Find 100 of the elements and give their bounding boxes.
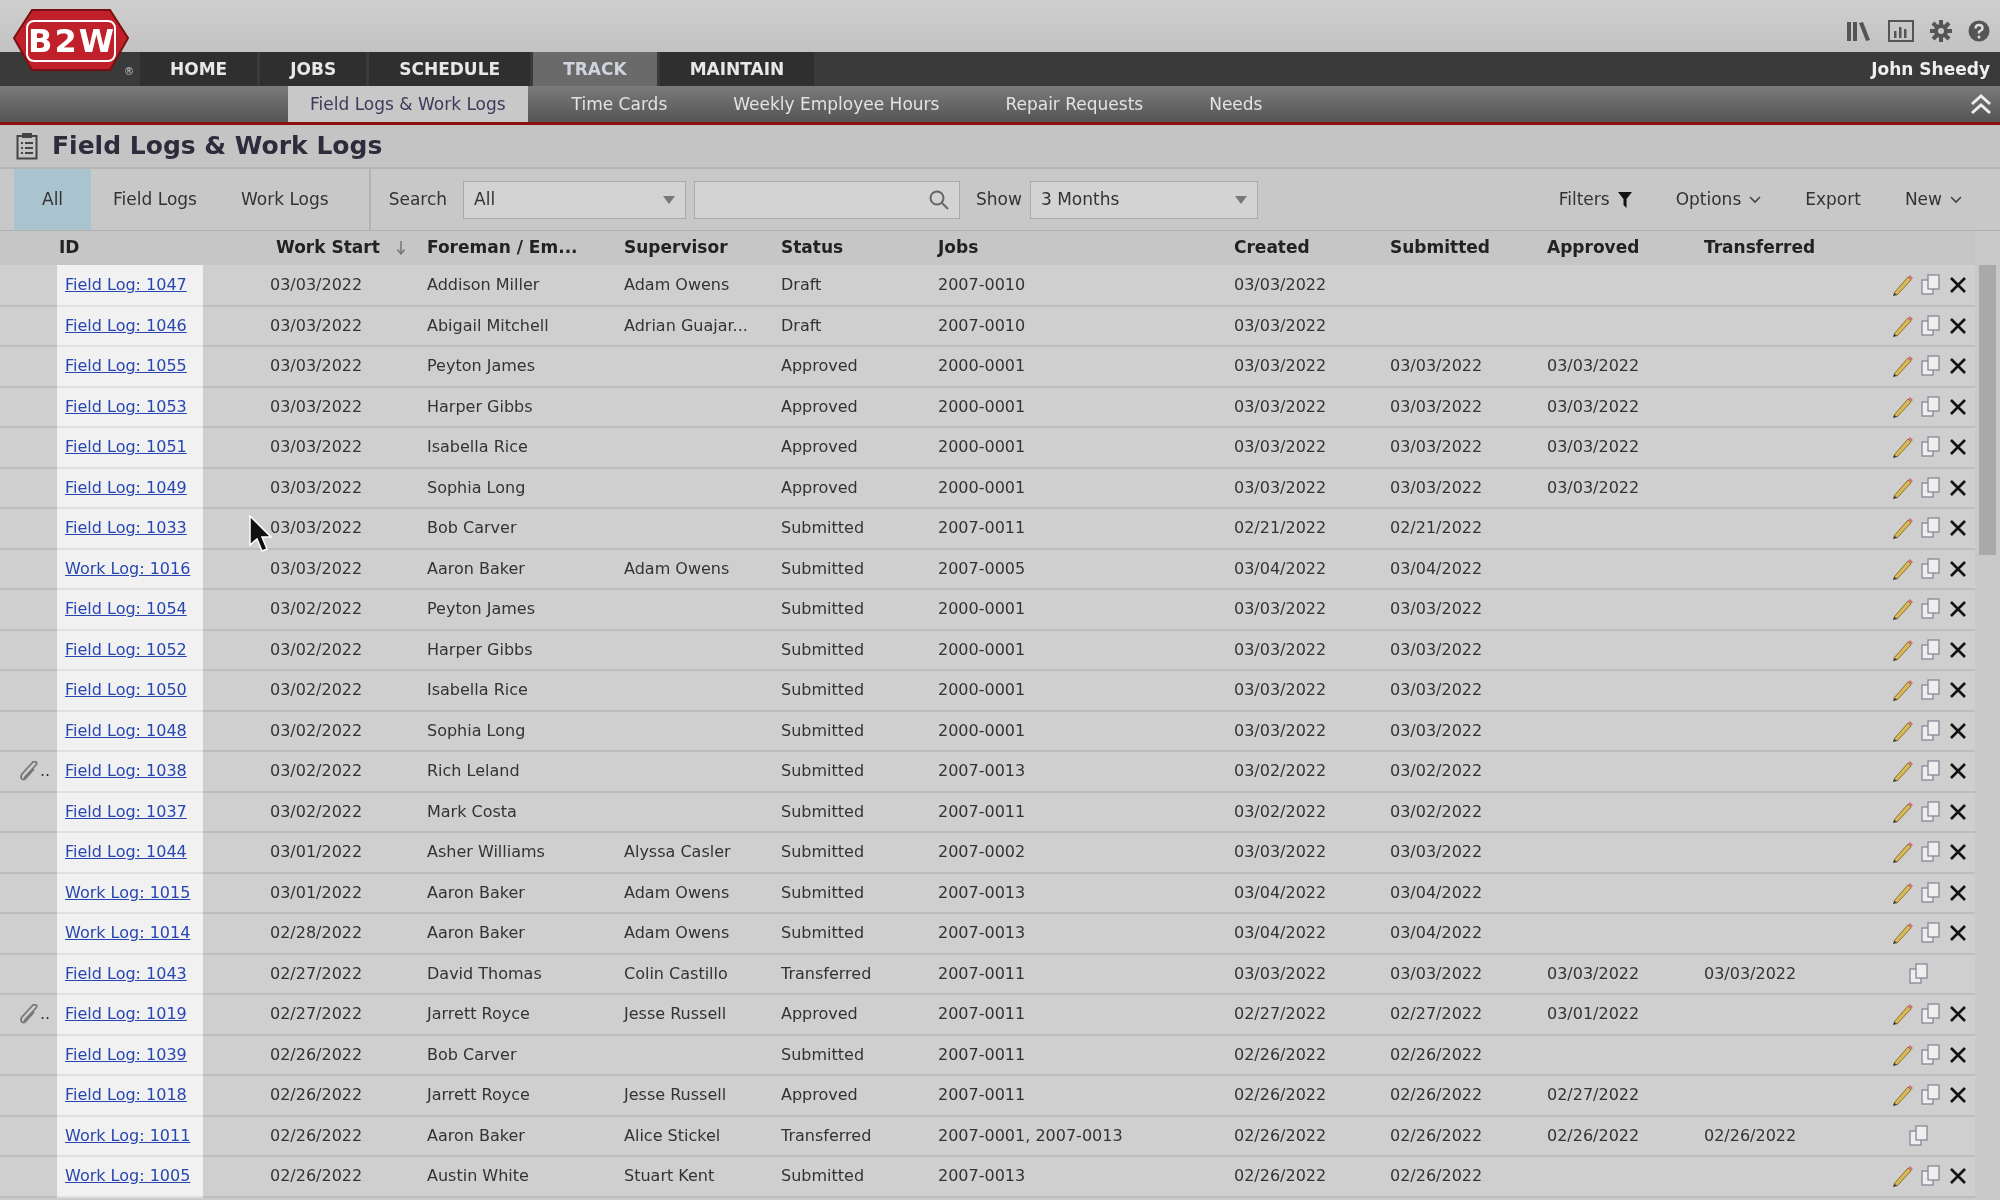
copy-icon[interactable] <box>1921 476 1941 499</box>
search-field[interactable] <box>694 180 961 219</box>
copy-icon[interactable] <box>1909 1124 1929 1147</box>
pencil-icon[interactable] <box>1891 1003 1913 1026</box>
pencil-icon[interactable] <box>1891 800 1913 823</box>
delete-icon[interactable] <box>1949 721 1967 740</box>
column-header[interactable]: Jobs <box>938 237 979 258</box>
copy-icon[interactable] <box>1921 760 1941 783</box>
pencil-icon[interactable] <box>1891 395 1913 418</box>
delete-icon[interactable] <box>1949 438 1967 457</box>
delete-icon[interactable] <box>1949 924 1967 943</box>
copy-icon[interactable] <box>1921 517 1941 540</box>
copy-icon[interactable] <box>1921 638 1941 661</box>
pencil-icon[interactable] <box>1891 517 1913 540</box>
toolbar-button[interactable]: Export <box>1783 186 1883 213</box>
nav-tab[interactable]: MAINTAIN <box>659 52 815 86</box>
pencil-icon[interactable] <box>1891 476 1913 499</box>
nav-tab[interactable]: SCHEDULE <box>369 52 531 86</box>
search-scope-dropdown[interactable]: All <box>463 180 687 219</box>
copy-icon[interactable] <box>1921 557 1941 580</box>
pencil-icon[interactable] <box>1891 273 1913 296</box>
sort-arrow-icon[interactable] <box>395 241 406 255</box>
chart-icon[interactable] <box>1888 20 1914 42</box>
delete-icon[interactable] <box>1949 1086 1967 1105</box>
delete-icon[interactable] <box>1949 681 1967 700</box>
delete-icon[interactable] <box>1949 397 1967 416</box>
sub-tab[interactable]: Repair Requests <box>983 86 1166 122</box>
pencil-icon[interactable] <box>1891 598 1913 621</box>
delete-icon[interactable] <box>1949 640 1967 659</box>
filter-tab[interactable]: Field Logs <box>91 169 219 230</box>
delete-icon[interactable] <box>1949 802 1967 821</box>
copy-icon[interactable] <box>1921 841 1941 864</box>
pencil-icon[interactable] <box>1891 841 1913 864</box>
table-cell: Submitted <box>781 801 865 821</box>
sub-tab[interactable]: Time Cards <box>549 86 690 122</box>
delete-icon[interactable] <box>1949 275 1967 294</box>
pencil-icon[interactable] <box>1891 355 1913 378</box>
copy-icon[interactable] <box>1921 1043 1941 1066</box>
copy-icon[interactable] <box>1921 679 1941 702</box>
nav-tab[interactable]: HOME <box>140 52 258 86</box>
copy-icon[interactable] <box>1921 881 1941 904</box>
pencil-icon[interactable] <box>1891 679 1913 702</box>
copy-icon[interactable] <box>1921 1003 1941 1026</box>
copy-icon[interactable] <box>1921 598 1941 621</box>
period-dropdown[interactable]: 3 Months <box>1029 180 1258 219</box>
nav-tab[interactable]: TRACK <box>533 52 657 86</box>
copy-icon[interactable] <box>1921 273 1941 296</box>
delete-icon[interactable] <box>1949 357 1967 376</box>
delete-icon[interactable] <box>1949 1045 1967 1064</box>
delete-icon[interactable] <box>1949 1167 1967 1186</box>
delete-icon[interactable] <box>1949 600 1967 619</box>
filter-tab[interactable]: All <box>14 169 92 230</box>
sub-tab[interactable]: Field Logs & Work Logs <box>288 86 528 122</box>
pencil-icon[interactable] <box>1891 436 1913 459</box>
books-icon[interactable] <box>1846 20 1872 42</box>
pencil-icon[interactable] <box>1891 314 1913 337</box>
pencil-icon[interactable] <box>1891 922 1913 945</box>
paperclip-icon[interactable] <box>20 1004 40 1025</box>
delete-icon[interactable] <box>1949 559 1967 578</box>
toolbar-button[interactable]: Options <box>1653 186 1784 213</box>
column-header[interactable]: ID <box>59 237 80 258</box>
pencil-icon[interactable] <box>1891 1084 1913 1107</box>
pencil-icon[interactable] <box>1891 719 1913 742</box>
filter-tab[interactable]: Work Logs <box>218 169 351 230</box>
table-cell: 03/04/2022 <box>1390 882 1483 902</box>
sub-tab[interactable]: Needs <box>1187 86 1285 122</box>
search-icon[interactable] <box>929 189 950 210</box>
pencil-icon[interactable] <box>1891 557 1913 580</box>
pencil-icon[interactable] <box>1891 881 1913 904</box>
copy-icon[interactable] <box>1921 922 1941 945</box>
delete-icon[interactable] <box>1949 519 1967 538</box>
copy-icon[interactable] <box>1921 1084 1941 1107</box>
table-cell: David Thomas <box>427 963 542 983</box>
delete-icon[interactable] <box>1949 1005 1967 1024</box>
delete-icon[interactable] <box>1949 843 1967 862</box>
nav-tab[interactable]: JOBS <box>260 52 367 86</box>
copy-icon[interactable] <box>1921 314 1941 337</box>
collapse-icon[interactable] <box>1970 93 1992 115</box>
paperclip-icon[interactable] <box>20 761 40 782</box>
copy-icon[interactable] <box>1909 962 1929 985</box>
pencil-icon[interactable] <box>1891 638 1913 661</box>
help-icon[interactable] <box>1968 20 1990 42</box>
settings-icon[interactable] <box>1930 20 1952 42</box>
copy-icon[interactable] <box>1921 395 1941 418</box>
delete-icon[interactable] <box>1949 883 1967 902</box>
pencil-icon[interactable] <box>1891 1043 1913 1066</box>
copy-icon[interactable] <box>1921 1165 1941 1188</box>
toolbar-button[interactable]: Filters <box>1536 186 1654 213</box>
delete-icon[interactable] <box>1949 316 1967 335</box>
pencil-icon[interactable] <box>1891 1165 1913 1188</box>
sub-tab[interactable]: Weekly Employee Hours <box>711 86 962 122</box>
copy-icon[interactable] <box>1921 436 1941 459</box>
copy-icon[interactable] <box>1921 355 1941 378</box>
toolbar-button[interactable]: New <box>1882 186 1984 213</box>
copy-icon[interactable] <box>1921 800 1941 823</box>
delete-icon[interactable] <box>1949 478 1967 497</box>
pencil-icon[interactable] <box>1891 760 1913 783</box>
delete-icon[interactable] <box>1949 762 1967 781</box>
table-cell: Bob Carver <box>427 518 517 538</box>
copy-icon[interactable] <box>1921 719 1941 742</box>
